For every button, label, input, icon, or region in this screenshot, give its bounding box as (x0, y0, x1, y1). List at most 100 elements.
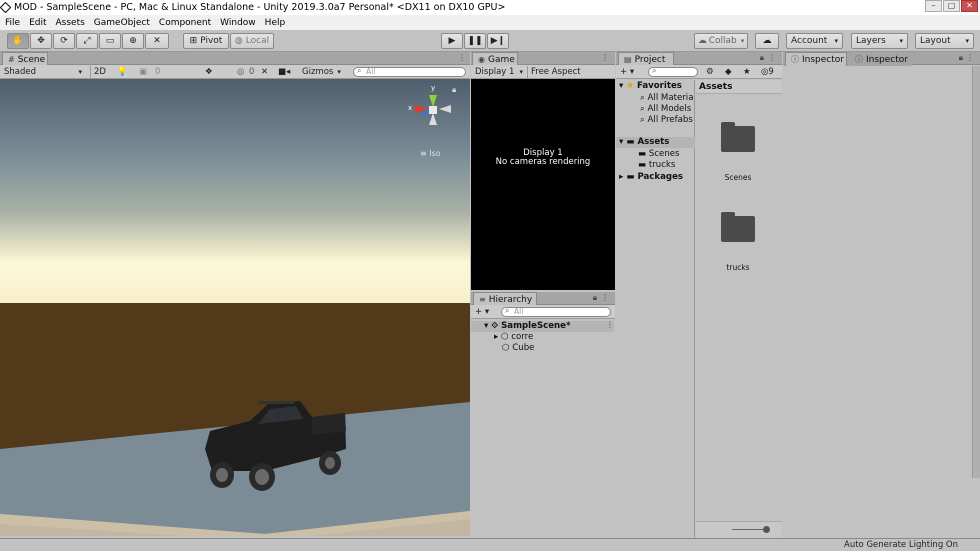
transform-tool-icon[interactable]: ⊕ (122, 33, 144, 49)
camera-icon[interactable]: ■◂ (275, 66, 293, 78)
project-search-input[interactable] (648, 67, 698, 77)
favorite-all-prefabs[interactable]: ⌕ All Prefabs (640, 115, 693, 125)
pivot-label: Pivot (200, 36, 223, 46)
move-tool-icon[interactable]: ✥ (30, 33, 52, 49)
pause-button[interactable]: ❚❚ (464, 33, 486, 49)
project-create-dropdown[interactable]: + ▾ (617, 66, 637, 78)
asset-breadcrumb: Assets (696, 80, 782, 94)
menu-window[interactable]: Window (215, 18, 260, 28)
scene-root-item[interactable]: ▾ ⟐ SampleScene* (484, 321, 571, 331)
play-button[interactable]: ▶ (441, 33, 463, 49)
close-button[interactable]: ✕ (961, 0, 978, 12)
effects-toggle-icon[interactable]: ❖ (202, 66, 216, 78)
scale-tool-icon[interactable]: ⤢ (76, 33, 98, 49)
account-dropdown[interactable]: Account ▾ (786, 33, 843, 49)
project-menu-icon[interactable]: ⋮ (768, 53, 776, 62)
menu-assets[interactable]: Assets (51, 18, 89, 28)
assets-folder[interactable]: ▾ ▬ Assets (619, 137, 669, 147)
shading-mode-dropdown[interactable]: Shaded ▾ (1, 66, 85, 78)
tools-icon[interactable]: ✕ (258, 66, 271, 78)
shading-mode-label: Shaded (4, 67, 37, 77)
menu-help[interactable]: Help (260, 18, 290, 28)
panel-menu-icon[interactable]: ⋮ (458, 53, 466, 62)
collab-label: Collab (708, 36, 737, 46)
menu-file[interactable]: File (0, 18, 24, 28)
scene-viewport[interactable]: y x 🔒︎ ≡ Iso (0, 79, 470, 536)
local-button[interactable]: ◍ Local (230, 33, 274, 49)
zoom-slider-thumb[interactable] (763, 526, 770, 533)
search-icon: ⌕ (640, 115, 648, 125)
rect-tool-icon[interactable]: ▭ (99, 33, 121, 49)
search-by-label-icon[interactable]: ◆ (722, 66, 735, 78)
fx-count: 0 (152, 66, 163, 78)
create-dropdown[interactable]: + ▾ (472, 306, 492, 318)
favorites-header[interactable]: ▾ ★ Favorites (619, 81, 682, 91)
hand-tool-icon[interactable]: ✋ (7, 33, 29, 49)
folder-scenes-icon[interactable] (721, 122, 755, 152)
cloud-icon[interactable]: ☁ (755, 33, 779, 49)
toggle-2d-button[interactable]: 2D (90, 66, 108, 78)
layout-dropdown[interactable]: Layout ▾ (915, 33, 974, 49)
project-lock-icon[interactable]: 🔒︎ (760, 53, 764, 63)
hierarchy-lock-icon[interactable]: 🔒︎ (593, 293, 597, 303)
projection-label[interactable]: ≡ Iso (420, 149, 441, 158)
maximize-button[interactable]: ▢ (943, 0, 960, 12)
grid-item-trucks[interactable]: trucks (696, 263, 780, 272)
project-folder-tree: ▾ ★ Favorites ⌕ All Materia ⌕ All Models… (616, 80, 695, 538)
grid-item-scenes[interactable]: Scenes (696, 173, 780, 182)
window-title: MOD - SampleScene - PC, Mac & Linux Stan… (14, 2, 506, 13)
inspector-menu-icon[interactable]: ⋮ (966, 53, 974, 62)
lock-icon[interactable]: 🔒︎ (452, 85, 456, 95)
collapsed-arrow-icon: ▸ (494, 332, 502, 342)
layers-dropdown[interactable]: Layers ▾ (851, 33, 908, 49)
aspect-dropdown[interactable]: Free Aspect (527, 66, 613, 78)
gizmos-dropdown[interactable]: Gizmos ▾ (299, 66, 344, 78)
folder-trucks-icon[interactable] (721, 212, 755, 242)
packages-folder[interactable]: ▸ ▬ Packages (619, 172, 683, 182)
menu-bar: File Edit Assets GameObject Component Wi… (0, 15, 980, 30)
tab-hierarchy[interactable]: ≡ Hierarchy (473, 292, 537, 306)
inspector-tab-label: Inspector (866, 54, 908, 65)
zoom-slider-track[interactable] (732, 529, 766, 530)
display-dropdown[interactable]: Display 1 ▾ (472, 66, 526, 78)
game-panel-menu-icon[interactable]: ⋮ (601, 53, 609, 62)
audio-toggle-icon[interactable]: ▣ (136, 66, 150, 78)
menu-gameobject[interactable]: GameObject (89, 18, 154, 28)
custom-tool-icon[interactable]: ✕ (145, 33, 169, 49)
hierarchy-search-input[interactable]: All (501, 307, 611, 317)
scene-search-input[interactable]: All (353, 67, 466, 77)
inspector-panel: ⓘ Inspector ⓘ Inspector 🔒︎ ⋮ (783, 52, 980, 538)
lighting-toggle-icon[interactable]: 💡 (114, 66, 131, 78)
tab-scene[interactable]: # Scene (2, 52, 48, 66)
scene-menu-icon[interactable]: ⋮ (606, 320, 614, 329)
collab-button[interactable]: ☁ Collab ▾ (694, 33, 748, 49)
hierarchy-menu-icon[interactable]: ⋮ (601, 293, 609, 302)
folder-scenes[interactable]: ▬ Scenes (638, 149, 680, 159)
hidden-packages-icon[interactable]: ◎ 9 (758, 66, 777, 78)
menu-component[interactable]: Component (154, 18, 215, 28)
pivot-button[interactable]: ⊞ Pivot (183, 33, 229, 49)
tab-game[interactable]: ◉ Game (472, 52, 518, 66)
game-message-line2: No cameras rendering (495, 157, 591, 167)
minimize-button[interactable]: – (925, 0, 942, 12)
menu-edit[interactable]: Edit (24, 18, 50, 28)
favorites-label: Favorites (637, 81, 682, 91)
hierarchy-item-cube[interactable]: ⬡ Cube (502, 343, 534, 353)
title-bar: MOD - SampleScene - PC, Mac & Linux Stan… (0, 0, 980, 15)
inspector-scrollbar[interactable] (972, 66, 980, 478)
orientation-gizmo[interactable]: y x (405, 84, 455, 135)
gameobject-icon: ⬡ (501, 332, 512, 342)
search-by-type-icon[interactable]: ⚙ (703, 66, 717, 78)
favorite-all-materials[interactable]: ⌕ All Materia (640, 93, 693, 103)
tab-project[interactable]: ▤ Project (618, 52, 674, 66)
favorite-all-models[interactable]: ⌕ All Models (640, 104, 691, 114)
tab-inspector-2[interactable]: ⓘ Inspector (849, 52, 911, 66)
folder-trucks[interactable]: ▬ trucks (638, 160, 675, 170)
rotate-tool-icon[interactable]: ⟳ (53, 33, 75, 49)
inspector-lock-icon[interactable]: 🔒︎ (959, 53, 963, 63)
layout-label: Layout (920, 36, 951, 46)
step-button[interactable]: ▶❙ (487, 33, 509, 49)
hierarchy-item-corre[interactable]: ▸ ⬡ corre (494, 332, 533, 342)
tab-inspector-1[interactable]: ⓘ Inspector (785, 52, 847, 66)
favorite-star-icon[interactable]: ★ (740, 66, 754, 78)
